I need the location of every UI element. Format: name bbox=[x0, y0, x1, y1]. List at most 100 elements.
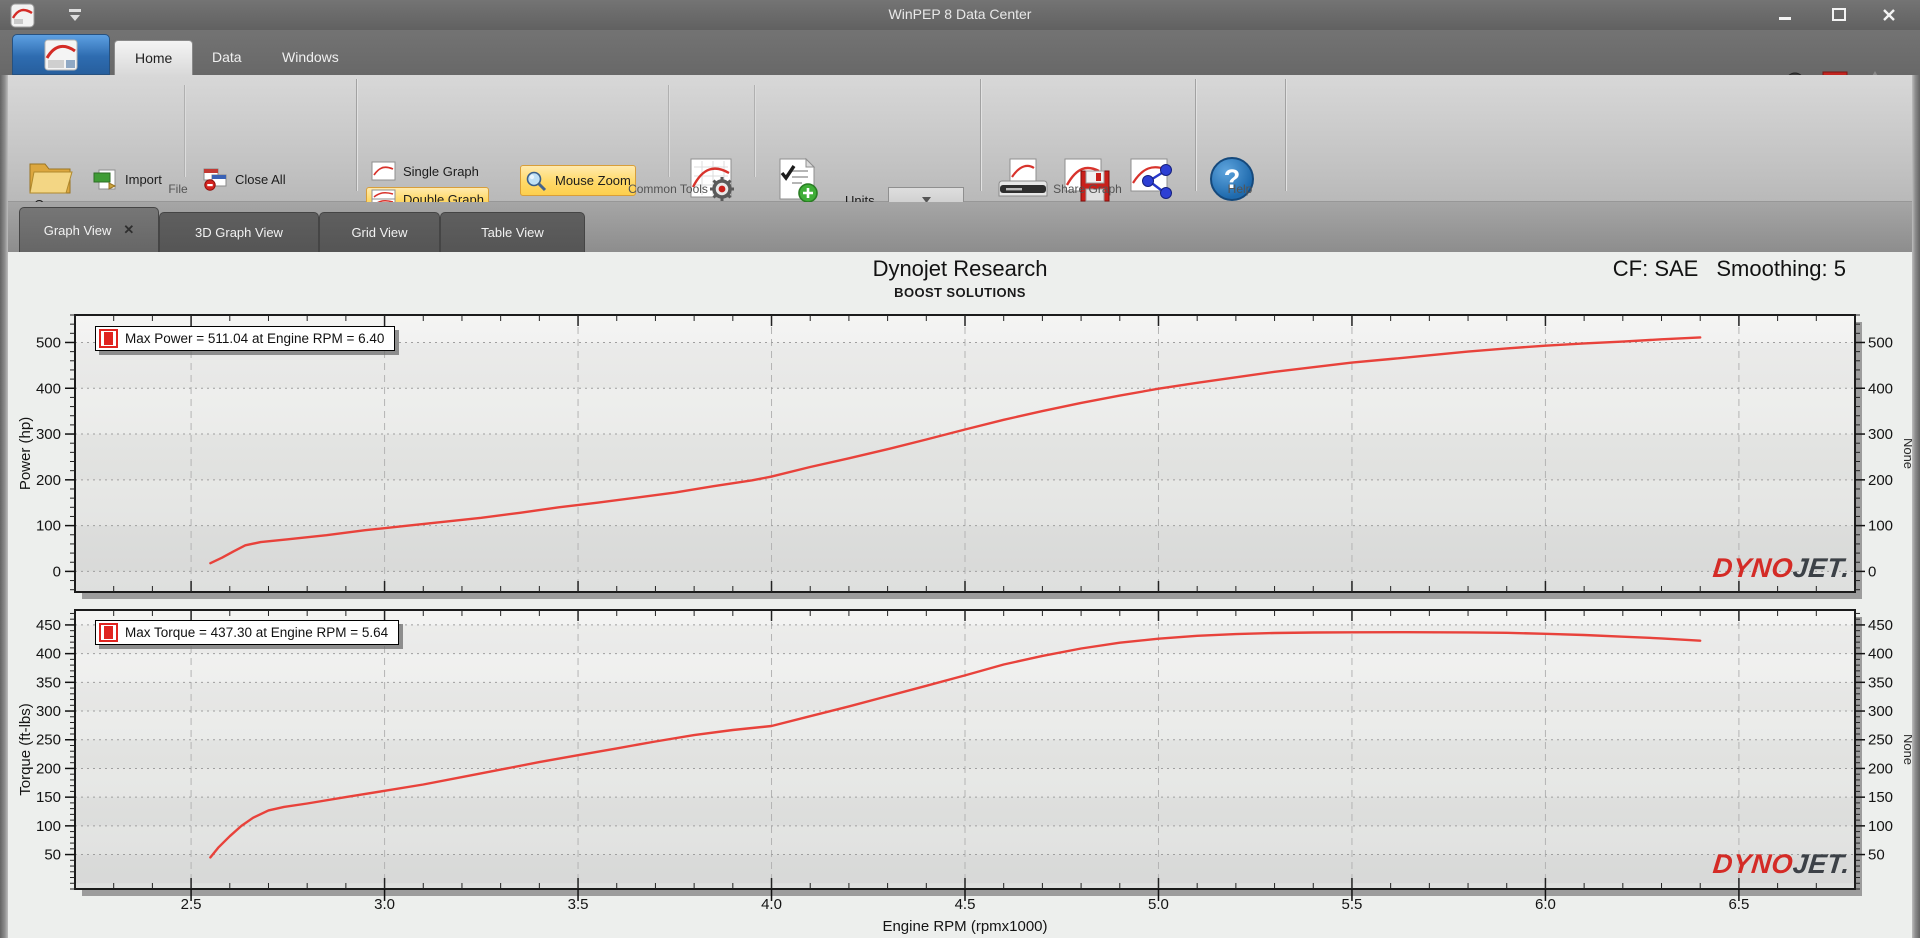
svg-text:Power (hp): Power (hp) bbox=[17, 417, 34, 490]
svg-text:0: 0 bbox=[1868, 563, 1876, 580]
svg-text:300: 300 bbox=[1868, 426, 1893, 443]
svg-text:200: 200 bbox=[1868, 472, 1893, 489]
svg-text:100: 100 bbox=[36, 818, 61, 835]
svg-text:6.0: 6.0 bbox=[1535, 896, 1556, 913]
svg-text:300: 300 bbox=[1868, 703, 1893, 720]
tab-graph-view[interactable]: Graph View ✕ bbox=[19, 207, 159, 252]
svg-text:100: 100 bbox=[36, 518, 61, 535]
svg-text:350: 350 bbox=[36, 674, 61, 691]
application-menu-button[interactable] bbox=[12, 34, 110, 75]
dynojet-watermark-red: DYNO bbox=[1711, 553, 1795, 583]
group-divider bbox=[1195, 79, 1196, 191]
svg-text:50: 50 bbox=[1868, 847, 1885, 864]
dynojet-watermark-dark: JET. bbox=[1791, 849, 1852, 879]
custom-channels-icon bbox=[779, 157, 818, 203]
smoothing-label: Smoothing: 5 bbox=[1716, 256, 1846, 281]
svg-text:6.5: 6.5 bbox=[1728, 896, 1749, 913]
torque-series-swatch bbox=[99, 623, 118, 642]
dynojet-watermark: DYNOJET. bbox=[1711, 849, 1851, 880]
close-tab-icon[interactable]: ✕ bbox=[123, 222, 134, 238]
maximize-button[interactable] bbox=[1822, 5, 1856, 25]
power-legend[interactable]: Max Power = 511.04 at Engine RPM = 6.40 bbox=[95, 326, 396, 351]
help-group-label: Help bbox=[1227, 182, 1253, 196]
single-graph-label: Single Graph bbox=[403, 163, 479, 179]
tab-3d-graph-view[interactable]: 3D Graph View bbox=[159, 212, 319, 252]
common-internal-divider-2 bbox=[754, 85, 755, 177]
svg-text:200: 200 bbox=[36, 760, 61, 777]
ribbon-tab-row: Home Data Windows bbox=[0, 30, 1920, 95]
svg-text:200: 200 bbox=[1868, 760, 1893, 777]
group-divider bbox=[980, 79, 981, 191]
share-graph-group-label: Share Graph bbox=[1053, 182, 1122, 196]
svg-text:4.0: 4.0 bbox=[761, 896, 782, 913]
winpep-logo-icon bbox=[44, 39, 78, 70]
dynojet-watermark: DYNOJET. bbox=[1711, 553, 1851, 584]
svg-text:150: 150 bbox=[1868, 789, 1893, 806]
close-button[interactable] bbox=[1872, 5, 1906, 25]
tab-grid-view[interactable]: Grid View bbox=[319, 212, 440, 252]
svg-text:400: 400 bbox=[36, 380, 61, 397]
title-bar: WinPEP 8 Data Center bbox=[0, 0, 1920, 30]
graph-options-icon bbox=[690, 158, 734, 201]
window-title: WinPEP 8 Data Center bbox=[888, 6, 1032, 22]
svg-text:5.0: 5.0 bbox=[1148, 896, 1169, 913]
svg-text:350: 350 bbox=[1868, 674, 1893, 691]
torque-legend[interactable]: Max Torque = 437.30 at Engine RPM = 5.64 bbox=[95, 620, 400, 645]
svg-text:150: 150 bbox=[36, 789, 61, 806]
dynojet-watermark-red: DYNO bbox=[1711, 849, 1795, 879]
power-legend-text: Max Power = 511.04 at Engine RPM = 6.40 bbox=[125, 331, 385, 346]
view-tab-strip: Graph View ✕ 3D Graph View Grid View Tab… bbox=[0, 202, 1920, 431]
single-graph-button[interactable]: Single Graph bbox=[366, 159, 484, 183]
svg-text:300: 300 bbox=[36, 703, 61, 720]
svg-text:50: 50 bbox=[44, 847, 61, 864]
svg-text:450: 450 bbox=[1868, 617, 1893, 634]
svg-text:300: 300 bbox=[36, 426, 61, 443]
svg-text:4.5: 4.5 bbox=[955, 896, 976, 913]
svg-text:Engine RPM (rpmx1000): Engine RPM (rpmx1000) bbox=[882, 918, 1047, 935]
svg-text:3.0: 3.0 bbox=[374, 896, 395, 913]
svg-text:2.5: 2.5 bbox=[181, 896, 202, 913]
single-graph-icon bbox=[371, 161, 396, 181]
svg-text:500: 500 bbox=[36, 334, 61, 351]
power-series-swatch bbox=[99, 329, 118, 348]
svg-text:Torque (ft-lbs): Torque (ft-lbs) bbox=[17, 703, 34, 796]
torque-legend-text: Max Torque = 437.30 at Engine RPM = 5.64 bbox=[125, 625, 389, 640]
ribbon-tab-windows[interactable]: Windows bbox=[262, 40, 359, 75]
svg-text:400: 400 bbox=[36, 646, 61, 663]
graph-subtitle: BOOST SOLUTIONS bbox=[894, 285, 1026, 300]
svg-text:100: 100 bbox=[1868, 818, 1893, 835]
svg-text:500: 500 bbox=[1868, 334, 1893, 351]
torque-chart-canvas[interactable]: 50 50 100 100 150 150 200 200 250 250 300 300 350 350… bbox=[0, 598, 1920, 938]
ribbon-tab-home[interactable]: Home bbox=[114, 40, 194, 75]
common-tools-group-label: Common Tools bbox=[628, 182, 708, 196]
svg-text:0: 0 bbox=[53, 563, 61, 580]
ribbon: Open Import Export Close All Close Selec… bbox=[0, 75, 1920, 269]
tab-3d-graph-view-label: 3D Graph View bbox=[195, 225, 283, 240]
tab-graph-view-label: Graph View bbox=[43, 222, 112, 238]
group-divider bbox=[356, 79, 357, 191]
correction-factor-readout: CF: SAE Smoothing: 5 bbox=[1613, 256, 1846, 282]
dynojet-watermark-dark: JET. bbox=[1791, 553, 1852, 583]
printer-icon bbox=[998, 158, 1048, 197]
svg-text:400: 400 bbox=[1868, 380, 1893, 397]
tab-grid-view-label: Grid View bbox=[351, 225, 408, 240]
svg-text:450: 450 bbox=[36, 617, 61, 634]
cf-label: CF: SAE bbox=[1612, 256, 1699, 281]
window-right-border bbox=[1912, 75, 1920, 938]
file-internal-divider bbox=[184, 85, 185, 177]
common-internal-divider bbox=[668, 85, 669, 177]
svg-text:250: 250 bbox=[36, 732, 61, 749]
group-divider bbox=[1285, 79, 1286, 191]
svg-text:200: 200 bbox=[36, 472, 61, 489]
svg-text:250: 250 bbox=[1868, 732, 1893, 749]
ribbon-tab-data[interactable]: Data bbox=[192, 40, 262, 75]
minimize-button[interactable] bbox=[1768, 5, 1802, 25]
file-group-label: File bbox=[168, 182, 188, 196]
svg-text:3.5: 3.5 bbox=[568, 896, 589, 913]
save-floppy-icon bbox=[1064, 158, 1110, 202]
tab-table-view[interactable]: Table View bbox=[440, 212, 585, 252]
window-left-border bbox=[0, 75, 8, 938]
tab-table-view-label: Table View bbox=[481, 225, 544, 240]
svg-text:5.5: 5.5 bbox=[1342, 896, 1363, 913]
svg-text:100: 100 bbox=[1868, 518, 1893, 535]
